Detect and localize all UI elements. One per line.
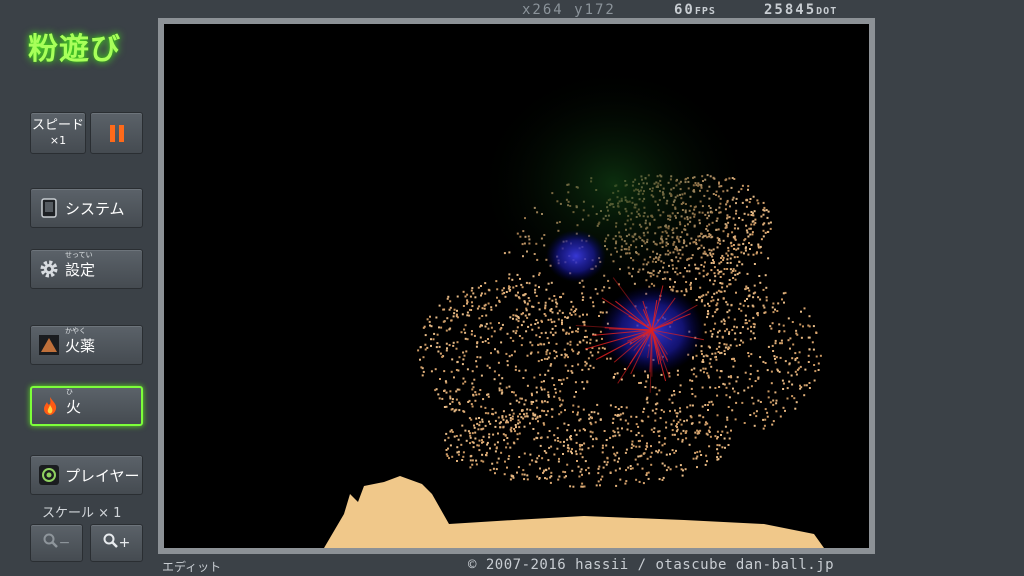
fire-label: ひ火 <box>66 387 82 416</box>
sandbox-frame <box>158 18 875 554</box>
player-label: プレイヤー <box>65 466 140 485</box>
app-title: 粉遊び <box>28 32 121 67</box>
gunpowder-element-button[interactable]: かやく 火薬 <box>30 325 143 365</box>
zoom-out-button[interactable]: − <box>30 524 83 562</box>
speed-label: スピード <box>31 118 84 133</box>
zoom-in-button[interactable]: + <box>90 524 143 562</box>
player-icon <box>39 465 59 485</box>
green-glow <box>474 64 754 304</box>
gear-icon <box>39 259 59 279</box>
system-label: システム <box>65 199 125 218</box>
pause-button[interactable] <box>90 112 143 154</box>
dot-value: 25845 <box>764 2 817 18</box>
copyright-text: © 2007-2016 hassii / otascube dan-ball.j… <box>468 557 835 573</box>
speed-button[interactable]: スピード ×1 <box>30 112 86 154</box>
gunpowder-icon <box>39 335 59 355</box>
speed-multiplier: ×1 <box>49 134 67 147</box>
pause-icon <box>109 124 115 142</box>
magnifier-icon <box>43 533 59 553</box>
gunpowder-ruby: かやく <box>65 326 86 335</box>
particle-scene <box>324 64 824 548</box>
tablet-icon <box>39 198 59 218</box>
dot-unit: DOT <box>816 6 838 17</box>
fire-element-button[interactable]: ひ火 <box>30 386 143 426</box>
magnifier-icon <box>103 533 119 553</box>
fire-ruby: ひ <box>66 387 73 396</box>
system-button[interactable]: システム <box>30 188 143 228</box>
edit-mode-label[interactable]: エディット <box>162 558 221 575</box>
player-button[interactable]: プレイヤー <box>30 455 143 495</box>
settings-label: せってい 設定 <box>65 250 96 279</box>
gunpowder-label: かやく 火薬 <box>65 326 96 355</box>
settings-ruby: せってい <box>65 250 93 259</box>
sandbox-canvas[interactable] <box>164 24 869 548</box>
flame-icon <box>40 396 60 416</box>
scale-label: スケール × 1 <box>42 506 122 521</box>
fps-value: 60 <box>674 2 695 18</box>
zoom-in-label: + <box>118 535 131 551</box>
zoom-out-label: − <box>58 535 71 551</box>
blue-flame-small <box>546 230 606 282</box>
fps-unit: FPS <box>694 6 716 17</box>
settings-button[interactable]: せってい 設定 <box>30 249 143 289</box>
